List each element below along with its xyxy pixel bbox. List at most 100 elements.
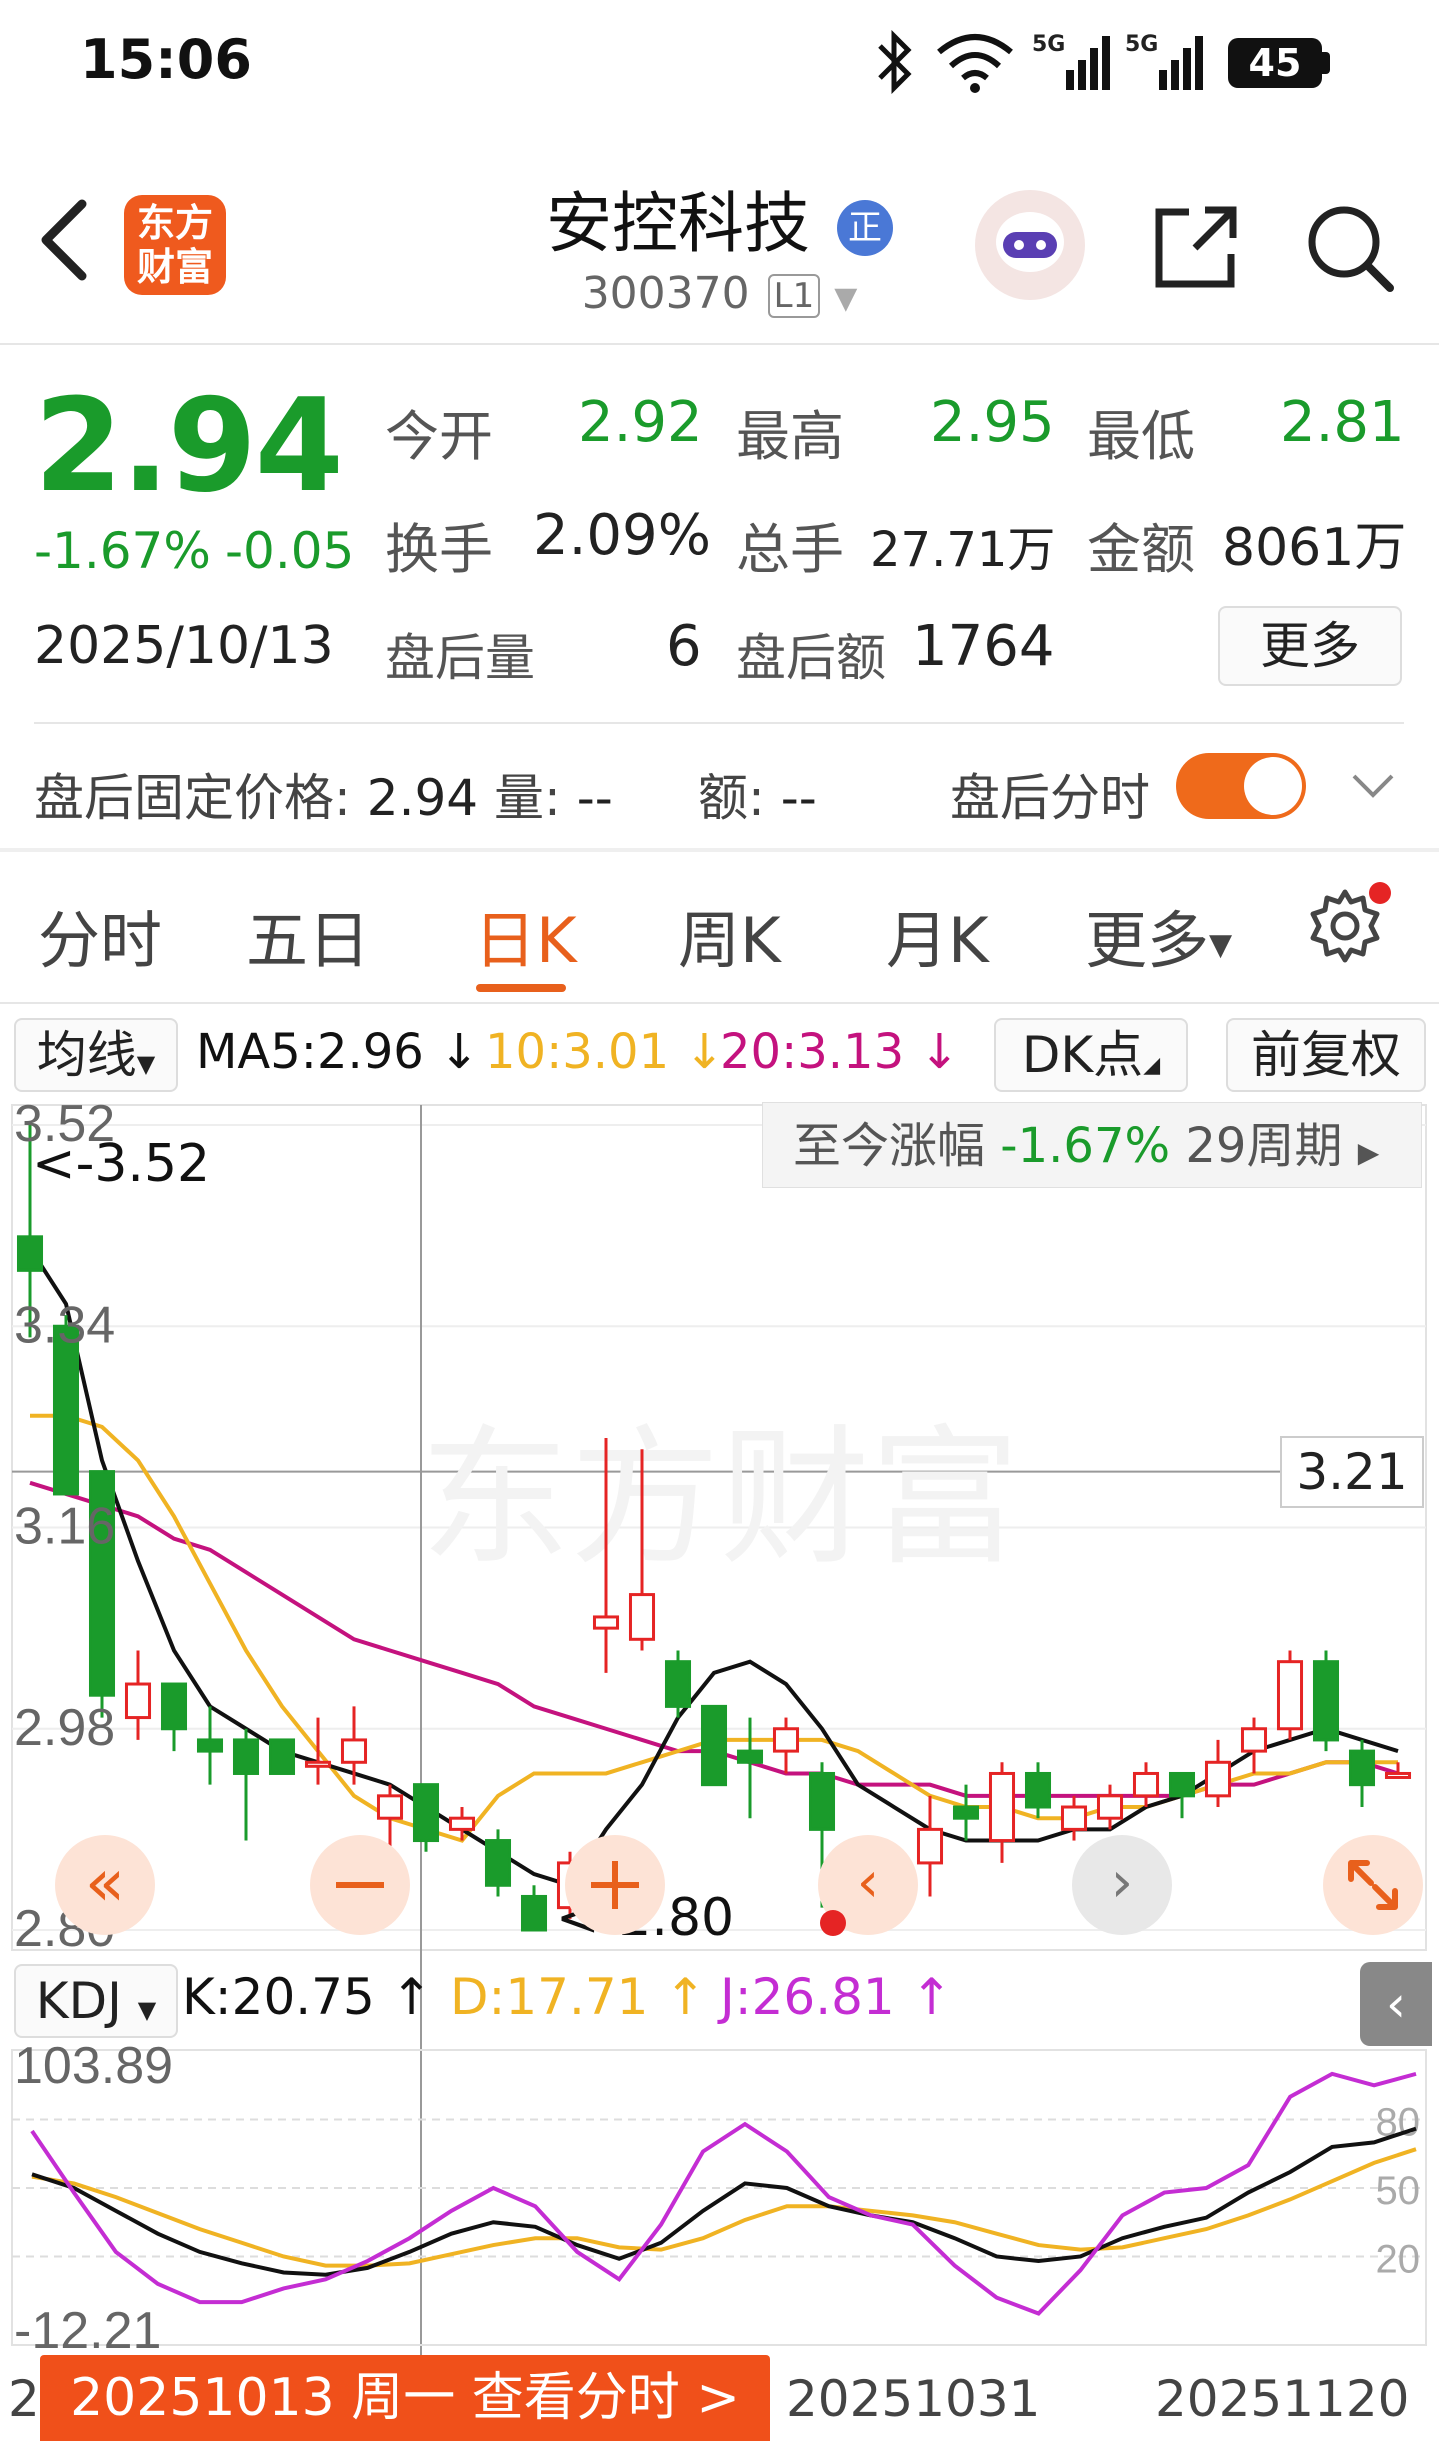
current-price: 2.94 xyxy=(34,372,344,521)
settings-button[interactable] xyxy=(1305,882,1391,966)
section-divider xyxy=(0,848,1439,852)
tab-intraday[interactable]: 分时 xyxy=(38,890,162,980)
zoom-out-button[interactable] xyxy=(310,1835,410,1935)
minus-icon xyxy=(336,1882,384,1888)
caret-down-icon: ▼ xyxy=(137,1996,157,2024)
volume-value: 27.71万 xyxy=(870,522,1056,578)
candle-up xyxy=(1240,1727,1268,1753)
search-button[interactable] xyxy=(1300,198,1400,298)
after-vol-label: 盘后量 xyxy=(385,629,535,687)
open-label: 今开 xyxy=(385,405,493,468)
after-hours-toggle[interactable] xyxy=(1176,753,1306,819)
change-value: -0.05 xyxy=(225,522,355,580)
fixed-vol-label: 量: xyxy=(494,769,561,827)
candle-up xyxy=(376,1794,404,1820)
chevron-left-icon: ‹ xyxy=(1386,1975,1406,2033)
candle-down xyxy=(664,1660,692,1708)
change-pct: -1.67% xyxy=(34,522,211,580)
divider xyxy=(0,1002,1439,1004)
period-gain-box[interactable]: 至今涨幅 -1.67% 29周期 ▶ xyxy=(762,1102,1422,1188)
max-price-label: <-3.52 xyxy=(32,1134,211,1194)
candle-down xyxy=(1348,1749,1376,1787)
kdj-d-line xyxy=(31,2147,1417,2268)
scroll-left-fast-button[interactable]: « xyxy=(55,1835,155,1935)
candle-down xyxy=(700,1704,728,1787)
candle-up xyxy=(1384,1771,1412,1779)
kdj-tick-label: -12.21 xyxy=(14,2302,161,2360)
robot-avatar-icon[interactable] xyxy=(975,190,1085,300)
candle-up xyxy=(592,1615,620,1630)
badge-icon: 正 xyxy=(836,199,893,256)
candle-up xyxy=(628,1593,656,1641)
kdj-j-value: J:26.81 ↑ xyxy=(720,1968,953,2026)
amount-value: 8061万 xyxy=(1222,518,1407,578)
stock-code: 300370 xyxy=(581,268,750,319)
price-tick-label: 3.16 xyxy=(14,1498,115,1556)
collapse-panel-button[interactable]: ‹ xyxy=(1360,1962,1432,2046)
share-icon xyxy=(1155,206,1237,288)
candle-up xyxy=(340,1738,368,1764)
high-label: 最高 xyxy=(736,405,844,468)
view-intraday-bar[interactable]: 20251013 周一 查看分时 > xyxy=(40,2355,770,2441)
status-time: 15:06 xyxy=(80,28,252,91)
fixed-amt-label: 额: xyxy=(698,769,765,827)
candle-down xyxy=(952,1805,980,1820)
more-button[interactable]: 更多 xyxy=(1218,606,1402,686)
candle-down xyxy=(1312,1660,1340,1742)
tab-daily-k[interactable]: 日K xyxy=(474,890,577,980)
candle-up xyxy=(1204,1760,1232,1798)
candle-down xyxy=(196,1738,224,1753)
stock-name: 安控科技 xyxy=(546,185,810,262)
candle-down xyxy=(1024,1771,1052,1809)
candle-up xyxy=(1132,1771,1160,1798)
share-button[interactable] xyxy=(1145,198,1245,298)
level-badge: L1 xyxy=(767,274,821,318)
bluetooth-icon xyxy=(872,29,918,98)
kline-chart[interactable]: 东方财富 3.523.343.162.982.80 805020103.89-1… xyxy=(0,1010,1439,2360)
low-value: 2.81 xyxy=(1280,390,1405,455)
expand-chevron[interactable] xyxy=(1348,760,1398,810)
candle-up xyxy=(124,1682,152,1720)
fixed-amt: 额: -- xyxy=(698,758,817,830)
kdj-tick-label: 103.89 xyxy=(14,2037,173,2095)
battery-tip xyxy=(1322,52,1330,74)
candle-down xyxy=(520,1894,548,1932)
candle-up xyxy=(916,1827,944,1865)
candle-up xyxy=(1276,1660,1304,1731)
kdj-select-label: KDJ xyxy=(35,1972,122,2030)
date-right: 20251120 xyxy=(1155,2370,1410,2428)
tab-five-day[interactable]: 五日 xyxy=(246,890,370,980)
open-value: 2.92 xyxy=(578,390,703,455)
candle-up xyxy=(772,1727,800,1753)
period-gain-value: -1.67% xyxy=(1000,1118,1171,1174)
event-dot xyxy=(820,1910,846,1936)
quote-date: 2025/10/13 xyxy=(34,616,334,676)
kdj-right-tick: 20 xyxy=(1376,2237,1421,2281)
fullscreen-button[interactable] xyxy=(1323,1835,1423,1935)
wifi-icon xyxy=(935,30,1015,98)
kdj-select[interactable]: KDJ ▼ xyxy=(14,1964,178,2038)
candle-up xyxy=(448,1816,476,1831)
volume-label: 总手 xyxy=(736,518,844,581)
after-amt-label: 盘后额 xyxy=(736,629,886,687)
zoom-in-button[interactable] xyxy=(565,1835,665,1935)
tab-weekly-k[interactable]: 周K xyxy=(678,890,781,980)
fixed-amt-value: -- xyxy=(780,769,817,827)
date-left-partial: 2 xyxy=(8,2370,40,2428)
tab-more[interactable]: 更多▼ xyxy=(1085,890,1232,980)
scroll-right-button[interactable]: › xyxy=(1072,1835,1172,1935)
kdj-d-value: D:17.71 ↑ xyxy=(450,1968,707,2026)
low-label: 最低 xyxy=(1087,405,1195,468)
caret-down-icon: ▼ xyxy=(1209,927,1233,963)
notification-dot xyxy=(1369,882,1391,904)
candle-down xyxy=(1168,1771,1196,1798)
tab-monthly-k[interactable]: 月K xyxy=(886,890,989,980)
kdj-k-value: K:20.75 ↑ xyxy=(182,1968,433,2026)
after-hours-intraday-label: 盘后分时 xyxy=(950,769,1150,827)
candle-up xyxy=(1096,1794,1124,1820)
battery-icon: 45 xyxy=(1228,38,1322,88)
candle-down xyxy=(268,1738,296,1775)
candle-up xyxy=(988,1771,1016,1843)
candle-up xyxy=(1060,1805,1088,1831)
candle-down xyxy=(484,1839,512,1887)
